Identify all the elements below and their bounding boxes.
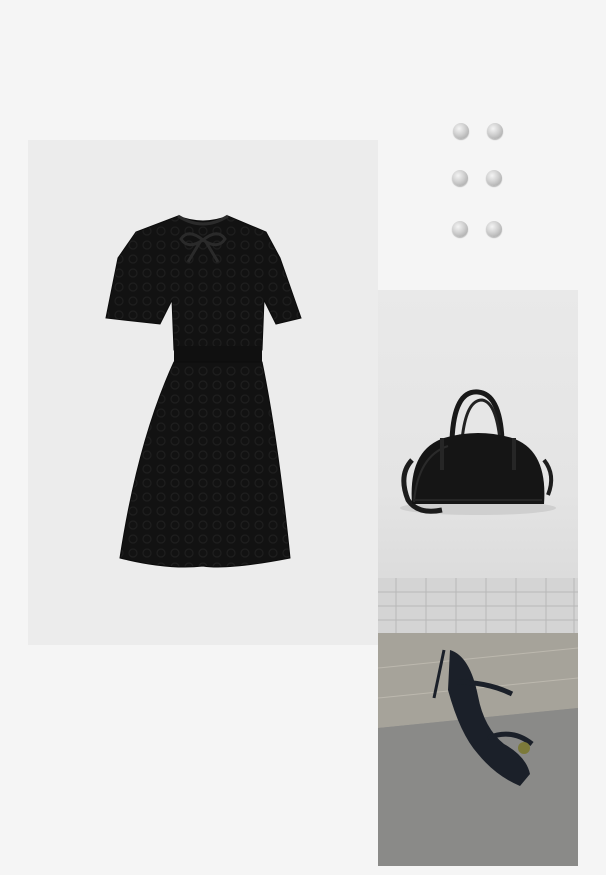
stud-earring xyxy=(453,123,469,139)
stud-earring xyxy=(452,221,468,237)
sandal-illustration xyxy=(378,578,578,866)
dress-product-image[interactable] xyxy=(28,140,378,645)
earrings-product-image[interactable] xyxy=(430,112,520,247)
handbag-product-image[interactable] xyxy=(378,290,578,578)
sandal-product-image[interactable] xyxy=(378,578,578,866)
stud-earring xyxy=(486,221,502,237)
dress-illustration xyxy=(105,214,302,568)
stud-earring xyxy=(487,123,503,139)
stud-earring xyxy=(452,170,468,186)
stud-earring xyxy=(486,170,502,186)
outfit-collage: { "collage": { "products": [ {"name": "b… xyxy=(0,0,606,875)
handbag-illustration xyxy=(400,389,556,515)
